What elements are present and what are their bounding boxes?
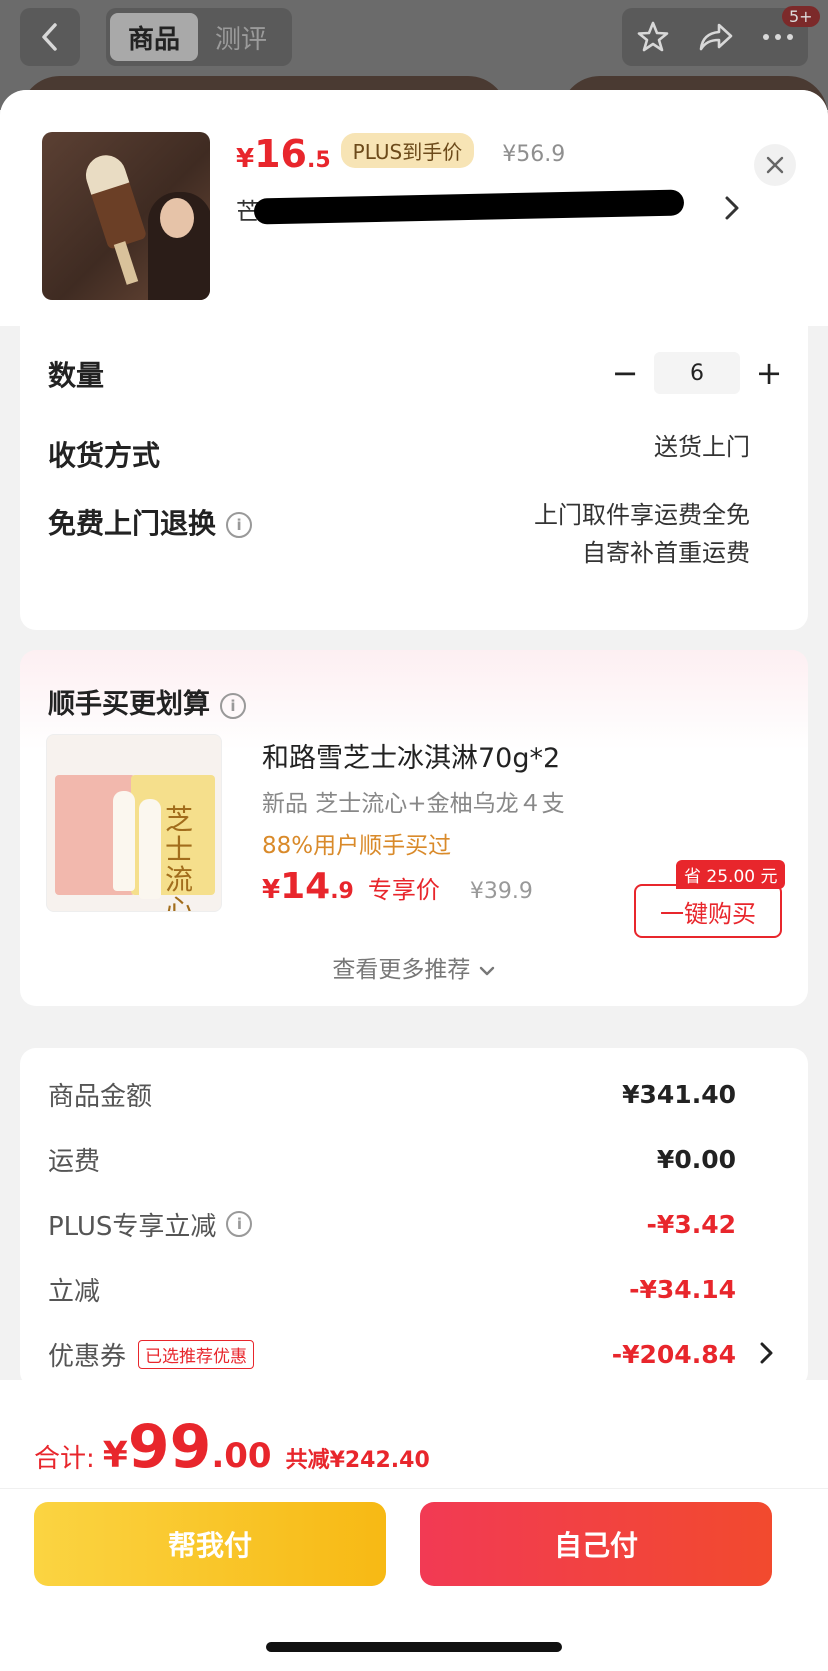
back-button[interactable] bbox=[20, 8, 80, 66]
self-pay-button[interactable]: 自己付 bbox=[420, 1502, 772, 1586]
plus-discount-value: -¥3.42 bbox=[646, 1209, 736, 1239]
upsell-buyers-stat: 88%用户顺手买过 bbox=[262, 833, 452, 859]
savings-badge: 省 25.00 元 bbox=[676, 860, 786, 889]
chevron-right-icon bbox=[760, 1342, 773, 1364]
product-thumbnail bbox=[42, 132, 210, 300]
delivery-value[interactable]: 送货上门 bbox=[654, 428, 750, 466]
upsell-product-subtitle: 新品 芝士流心+金柚乌龙４支 bbox=[262, 791, 565, 817]
return-label: 免费上门退换 bbox=[48, 507, 217, 540]
increase-button[interactable]: + bbox=[754, 354, 784, 392]
return-value: 上门取件享运费全免 自寄补首重运费 bbox=[534, 496, 750, 572]
plus-discount-row: PLUS专享立减 i -¥3.42 bbox=[48, 1204, 780, 1244]
total-row: 合计: ¥ 99 .00 共减¥242.40 bbox=[34, 1412, 430, 1482]
upsell-info-icon[interactable]: i bbox=[220, 692, 246, 719]
original-price: ¥56.9 bbox=[502, 142, 566, 167]
upsell-card: 顺手买更划算 i 芝士流心 和路雪芝士冰淇淋70g*2 新品 芝士流心+金柚乌龙４… bbox=[20, 650, 808, 1006]
ice-bar-shape bbox=[139, 799, 161, 899]
shipping-row: 运费 ¥0.00 bbox=[48, 1139, 780, 1179]
upsell-title-text: 顺手买更划算 bbox=[48, 689, 210, 720]
plus-price-tag: PLUS到手价 bbox=[340, 133, 475, 168]
instant-discount-label: 立减 bbox=[48, 1276, 101, 1307]
upsell-price: ¥14.9 bbox=[262, 866, 354, 907]
box-label-art: 芝士流心 bbox=[165, 803, 194, 912]
chevron-right-icon[interactable] bbox=[722, 194, 742, 222]
product-header: ¥16.5 PLUS到手价 ¥56.9 芒 · 建 bbox=[0, 90, 828, 326]
upsell-title: 顺手买更划算 i bbox=[48, 682, 246, 721]
instant-discount-value: -¥34.14 bbox=[629, 1274, 736, 1304]
home-indicator bbox=[266, 1642, 562, 1652]
coupon-value: -¥204.84 bbox=[611, 1339, 736, 1369]
return-value-line2: 自寄补首重运费 bbox=[582, 539, 750, 567]
checkout-bar: 合计: ¥ 99 .00 共减¥242.40 帮我付 自己付 bbox=[0, 1380, 828, 1671]
price-decimal: .5 bbox=[306, 148, 331, 173]
instant-discount-row: 立减 -¥34.14 bbox=[48, 1269, 780, 1309]
info-icon[interactable]: i bbox=[226, 512, 253, 538]
more-icon[interactable] bbox=[762, 32, 794, 42]
upsell-original-price: ¥39.9 bbox=[469, 879, 533, 904]
help-pay-button[interactable]: 帮我付 bbox=[34, 1502, 386, 1586]
divider bbox=[0, 1488, 828, 1489]
upsell-price-tag: 专享价 bbox=[367, 876, 440, 904]
coupon-selected-tag: 已选推荐优惠 bbox=[138, 1339, 255, 1369]
total-savings: 共减¥242.40 bbox=[285, 1448, 430, 1473]
price-integer: 16 bbox=[254, 132, 307, 176]
upsell-price-integer: 14 bbox=[280, 866, 331, 907]
more-recommendations-link[interactable]: 查看更多推荐 bbox=[20, 950, 808, 984]
quantity-label: 数量 bbox=[48, 359, 105, 392]
ice-cream-stick-shape bbox=[113, 241, 139, 285]
upsell-product-name[interactable]: 和路雪芝士冰淇淋70g*2 bbox=[262, 736, 560, 775]
upsell-product-image[interactable]: 芝士流心 bbox=[46, 734, 222, 912]
plus-discount-label: PLUS专享立减 bbox=[48, 1211, 217, 1242]
header-tabs: 商品 测评 bbox=[106, 8, 292, 66]
delivery-label: 收货方式 bbox=[48, 439, 161, 472]
subtotal-label: 商品金额 bbox=[48, 1081, 153, 1112]
coupon-row[interactable]: 优惠券 已选推荐优惠 -¥204.84 bbox=[48, 1334, 780, 1374]
quantity-input[interactable]: 6 bbox=[654, 352, 740, 394]
close-icon bbox=[766, 156, 784, 174]
plus-info-icon[interactable]: i bbox=[226, 1211, 253, 1237]
star-icon[interactable] bbox=[636, 20, 670, 54]
product-price: ¥16.5 bbox=[236, 132, 331, 176]
total-label: 合计: bbox=[34, 1444, 95, 1474]
subtotal-value: ¥341.40 bbox=[622, 1079, 736, 1109]
quantity-stepper: − 6 + bbox=[610, 352, 784, 394]
tab-product[interactable]: 商品 bbox=[110, 13, 198, 61]
ice-bar-shape bbox=[113, 791, 135, 891]
shipping-value: ¥0.00 bbox=[656, 1144, 736, 1174]
chevron-down-icon bbox=[479, 966, 494, 976]
price-breakdown-card: 商品金额 ¥341.40 运费 ¥0.00 PLUS专享立减 i -¥3.42 … bbox=[20, 1048, 808, 1388]
one-click-buy-button[interactable]: 一键购买 bbox=[634, 884, 782, 938]
close-button[interactable] bbox=[754, 144, 796, 186]
product-price-row: ¥16.5 PLUS到手价 ¥56.9 bbox=[236, 132, 565, 176]
subtotal-row: 商品金额 ¥341.40 bbox=[48, 1074, 780, 1114]
header-actions bbox=[622, 8, 808, 66]
price-currency: ¥ bbox=[236, 144, 255, 174]
tab-reviews[interactable]: 测评 bbox=[206, 13, 276, 61]
order-options-card: 数量 − 6 + 收货方式 送货上门 免费上门退换 i 上门取件享运费全免 自寄补… bbox=[20, 312, 808, 630]
coupon-label: 优惠券 bbox=[48, 1341, 127, 1372]
decrease-button[interactable]: − bbox=[610, 354, 640, 392]
upsell-price-decimal: .9 bbox=[330, 879, 354, 904]
return-value-line1: 上门取件享运费全免 bbox=[534, 501, 750, 529]
total-integer: 99 bbox=[127, 1412, 212, 1482]
back-arrow-icon bbox=[42, 23, 57, 51]
spokesperson-face-shape bbox=[160, 198, 194, 238]
total-decimal: .00 bbox=[211, 1436, 272, 1476]
more-recommendations-label: 查看更多推荐 bbox=[332, 957, 471, 983]
return-row-label: 免费上门退换 i bbox=[48, 502, 253, 542]
message-badge: 5+ bbox=[782, 6, 820, 27]
total-currency: ¥ bbox=[102, 1435, 128, 1476]
upsell-price-currency: ¥ bbox=[262, 875, 281, 905]
upsell-price-row: ¥14.9 专享价 ¥39.9 bbox=[262, 866, 533, 907]
share-icon[interactable] bbox=[698, 21, 734, 53]
shipping-label: 运费 bbox=[48, 1146, 101, 1177]
